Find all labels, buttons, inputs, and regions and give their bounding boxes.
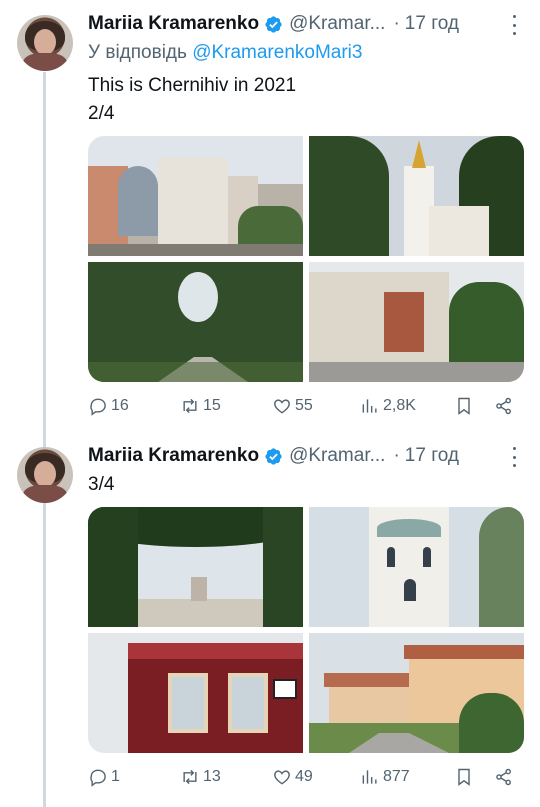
views-icon xyxy=(362,399,377,413)
share-icon xyxy=(496,768,511,786)
repost-count: 13 xyxy=(203,768,221,785)
author-handle[interactable]: @Kramar... xyxy=(289,445,385,467)
views-count: 2,8K xyxy=(383,397,416,414)
bookmark-button[interactable] xyxy=(454,767,474,787)
photo-street-mural[interactable] xyxy=(88,136,303,256)
separator: · xyxy=(393,445,400,466)
verified-badge-icon xyxy=(265,15,282,33)
tweet-2[interactable]: Mariia Kramarenko @Kramar... · 17 год 3/… xyxy=(0,430,540,807)
more-dots-icon[interactable] xyxy=(508,447,520,467)
repost-icon xyxy=(183,398,197,414)
tweet-text: 3/4 xyxy=(88,474,115,495)
views-count: 877 xyxy=(383,768,410,785)
timestamp[interactable]: 17 год xyxy=(405,13,459,35)
verified-badge-icon xyxy=(265,447,282,465)
repost-count: 15 xyxy=(203,397,221,414)
avatar[interactable] xyxy=(17,15,73,71)
reply-button[interactable]: 1 xyxy=(88,767,120,787)
tweet-1[interactable]: Mariia Kramarenko @Kramar... · 17 год У … xyxy=(0,0,540,430)
repost-button[interactable]: 15 xyxy=(180,396,221,416)
repost-button[interactable]: 13 xyxy=(180,767,221,787)
bookmark-icon xyxy=(458,768,470,786)
reply-context: У відповідь @KramarenkoMari3 xyxy=(88,41,362,65)
author-handle[interactable]: @Kramar... xyxy=(289,13,385,35)
photo-red-wooden-house[interactable] xyxy=(88,633,303,753)
share-button[interactable] xyxy=(494,396,514,416)
repost-icon xyxy=(183,769,197,785)
photo-building-with-tower[interactable] xyxy=(309,262,524,382)
photo-residential-street[interactable] xyxy=(309,633,524,753)
like-icon xyxy=(274,770,290,785)
like-icon xyxy=(274,399,290,414)
separator: · xyxy=(393,13,400,34)
like-count: 49 xyxy=(295,768,313,785)
reply-mention-link[interactable]: @KramarenkoMari3 xyxy=(192,42,362,63)
more-dots-icon[interactable] xyxy=(508,15,520,35)
photo-church-bell-tower[interactable] xyxy=(309,136,524,256)
author-name[interactable]: Mariia Kramarenko xyxy=(88,13,259,35)
views-button[interactable]: 2,8K xyxy=(360,396,416,416)
tweet-text-counter: 2/4 xyxy=(88,103,115,124)
reply-icon xyxy=(90,769,106,787)
reply-count: 1 xyxy=(111,768,120,785)
author-name[interactable]: Mariia Kramarenko xyxy=(88,445,259,467)
like-count: 55 xyxy=(295,397,313,414)
avatar[interactable] xyxy=(17,447,73,503)
photo-white-bell-tower[interactable] xyxy=(309,507,524,627)
views-icon xyxy=(362,770,377,784)
like-button[interactable]: 55 xyxy=(272,396,313,416)
timestamp[interactable]: 17 год xyxy=(405,445,459,467)
photo-tree-framed-building[interactable] xyxy=(88,507,303,627)
tweet-header: Mariia Kramarenko @Kramar... · 17 год xyxy=(88,444,459,468)
tweet-actions: 16 15 55 2,8K xyxy=(88,396,524,420)
share-icon xyxy=(496,397,511,415)
bookmark-button[interactable] xyxy=(454,396,474,416)
tweet-header: Mariia Kramarenko @Kramar... · 17 год xyxy=(88,12,459,36)
photo-park-alley[interactable] xyxy=(88,262,303,382)
views-button[interactable]: 877 xyxy=(360,767,410,787)
reply-count: 16 xyxy=(111,397,129,414)
like-button[interactable]: 49 xyxy=(272,767,313,787)
tweet-text: This is Chernihiv in 2021 xyxy=(88,75,297,96)
reply-button[interactable]: 16 xyxy=(88,396,129,416)
reply-icon xyxy=(90,398,106,416)
share-button[interactable] xyxy=(494,767,514,787)
reply-prefix: У відповідь xyxy=(88,42,193,63)
tweet-actions: 1 13 49 877 xyxy=(88,767,524,791)
media-grid xyxy=(88,136,524,382)
bookmark-icon xyxy=(458,397,470,415)
media-grid xyxy=(88,507,524,753)
